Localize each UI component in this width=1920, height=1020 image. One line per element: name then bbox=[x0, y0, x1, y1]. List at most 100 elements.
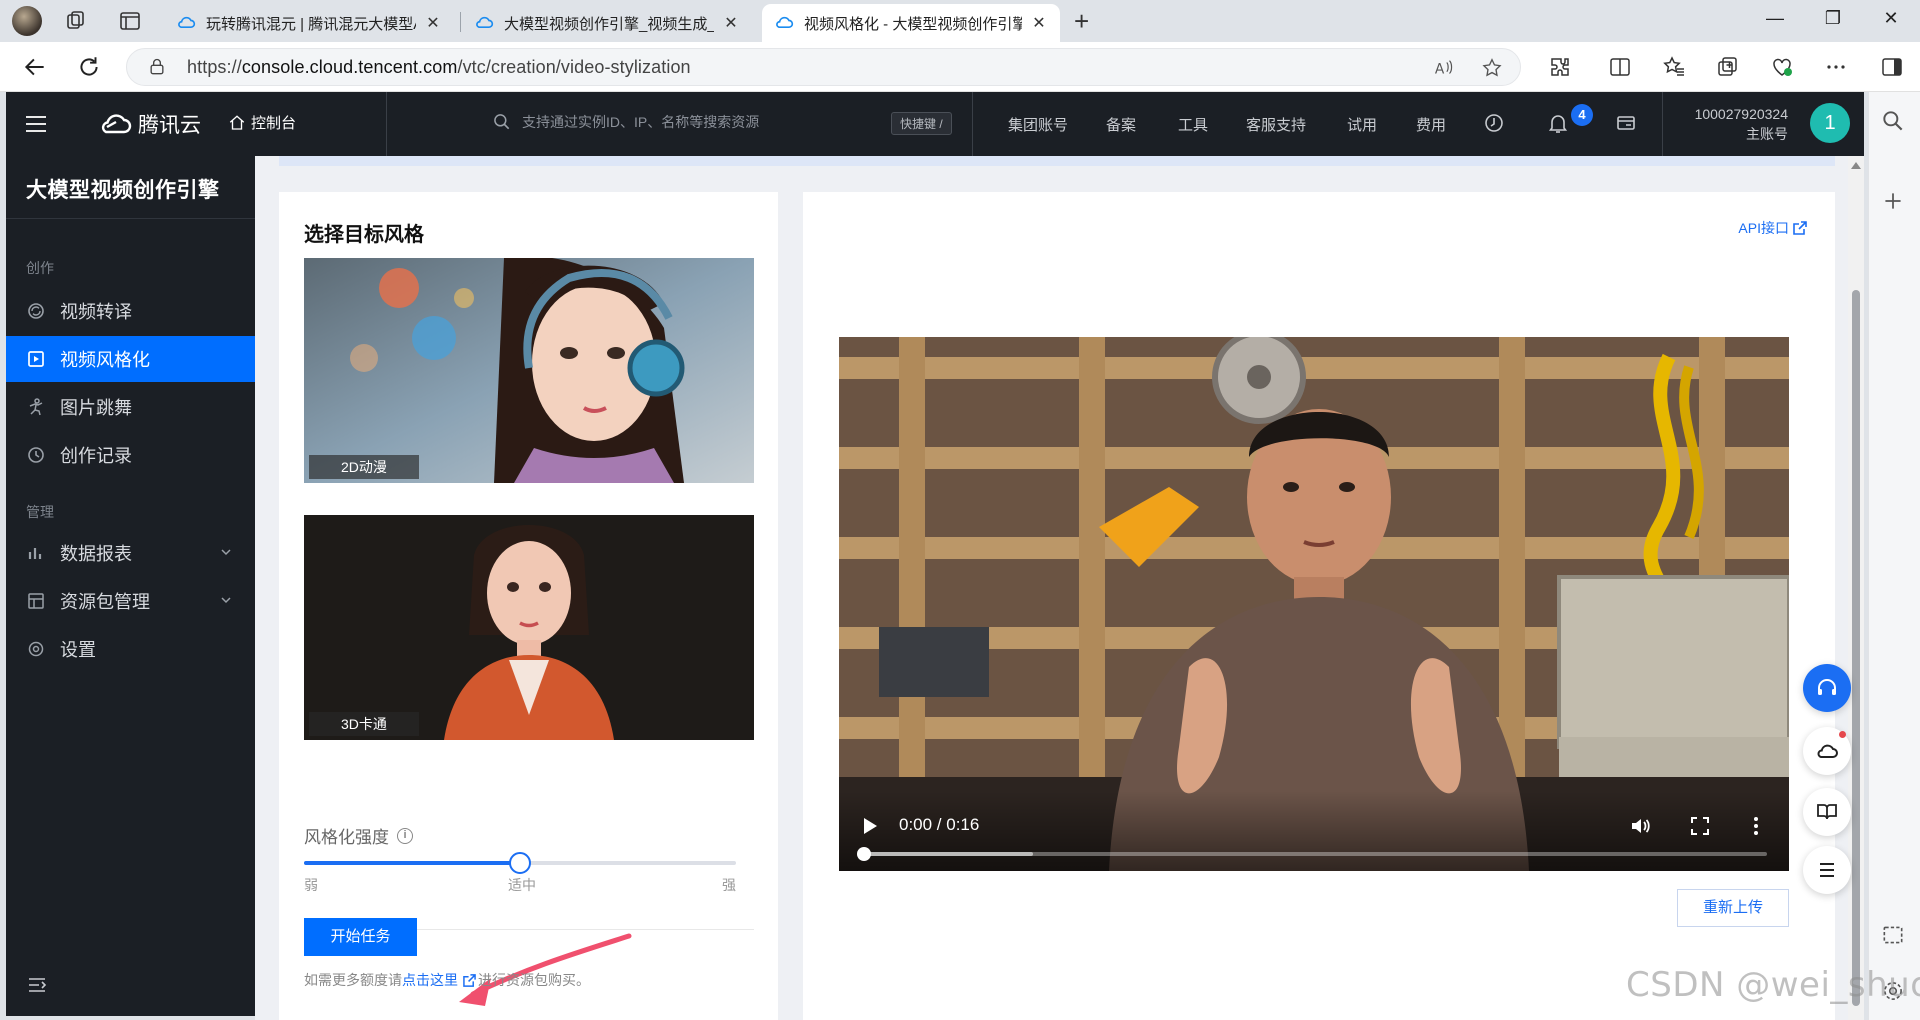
shortcut-badge: 快捷键 / bbox=[891, 112, 952, 135]
cloud-assistant-button[interactable] bbox=[1803, 727, 1851, 775]
product-title: 大模型视频创作引擎 bbox=[26, 179, 220, 202]
profile-avatar[interactable] bbox=[12, 6, 42, 36]
url-text: https://console.cloud.tencent.com/vtc/cr… bbox=[187, 57, 691, 78]
bell-icon[interactable] bbox=[1546, 111, 1570, 135]
chevron-down-icon[interactable] bbox=[219, 593, 233, 607]
strength-slider[interactable] bbox=[304, 852, 736, 874]
cart-icon[interactable] bbox=[1614, 111, 1638, 135]
buy-package-link[interactable]: 点击这里 bbox=[402, 970, 458, 990]
api-link[interactable]: API接口 bbox=[1738, 218, 1807, 238]
sidebar-toggle-icon[interactable] bbox=[1880, 55, 1904, 79]
console-home-link[interactable]: 控制台 bbox=[228, 112, 296, 133]
account-info[interactable]: 100027920324 主账号 bbox=[1686, 104, 1788, 144]
close-tab-icon[interactable]: ✕ bbox=[1030, 13, 1048, 33]
scroll-up-arrow[interactable] bbox=[1851, 162, 1861, 169]
close-tab-icon[interactable]: ✕ bbox=[424, 13, 442, 33]
video-controls: 0:00 / 0:16 bbox=[839, 791, 1789, 871]
resource-search[interactable]: 支持通过实例ID、IP、名称等搜索资源 bbox=[492, 112, 759, 132]
close-window-button[interactable]: ✕ bbox=[1876, 8, 1906, 29]
nav-link-trial[interactable]: 试用 bbox=[1347, 114, 1377, 135]
edge-screenshot-icon[interactable] bbox=[1880, 922, 1906, 948]
nav-link-support[interactable]: 客服支持 bbox=[1246, 114, 1306, 135]
sidebar-item-creation-history[interactable]: 创作记录 bbox=[6, 432, 255, 478]
fullscreen-icon[interactable] bbox=[1689, 815, 1711, 837]
sidebar-item-video-stylization[interactable]: 视频风格化 bbox=[6, 336, 255, 382]
api-link-label: API接口 bbox=[1738, 220, 1789, 236]
collections-add-icon[interactable] bbox=[1716, 55, 1740, 79]
tencent-cloud-logo[interactable]: 腾讯云 bbox=[98, 108, 201, 140]
collapse-sidebar-icon[interactable] bbox=[26, 974, 48, 996]
minimize-button[interactable]: — bbox=[1760, 8, 1790, 29]
style-option-2d-anime[interactable]: 2D动漫 bbox=[304, 258, 754, 483]
nav-link-filing[interactable]: 备案 bbox=[1106, 114, 1136, 135]
browser-essentials-icon[interactable] bbox=[1770, 55, 1794, 79]
list-menu-button[interactable] bbox=[1803, 846, 1851, 894]
read-aloud-icon[interactable]: A bbox=[1433, 57, 1455, 79]
translate-icon bbox=[26, 301, 46, 321]
reupload-button[interactable]: 重新上传 bbox=[1677, 889, 1789, 927]
info-icon[interactable]: i bbox=[397, 827, 413, 844]
nav-link-tools[interactable]: 工具 bbox=[1178, 114, 1208, 135]
more-menu-icon[interactable] bbox=[1824, 55, 1848, 79]
watermark: CSDN @wei_shuo bbox=[1626, 965, 1920, 1005]
edge-search-icon[interactable] bbox=[1880, 108, 1906, 134]
close-tab-icon[interactable]: ✕ bbox=[722, 13, 740, 33]
dance-figure-icon bbox=[26, 397, 46, 417]
headset-icon bbox=[1818, 679, 1836, 695]
video-progress-bar[interactable] bbox=[857, 847, 1767, 861]
sidebar-item-video-translation[interactable]: 视频转译 bbox=[6, 288, 255, 334]
cartoon-girl-preview-image bbox=[304, 515, 754, 740]
slider-fill bbox=[304, 861, 520, 865]
volume-icon[interactable] bbox=[1629, 815, 1651, 837]
collections-icon[interactable] bbox=[64, 9, 88, 33]
chevron-down-icon[interactable] bbox=[219, 545, 233, 559]
nav-link-group-account[interactable]: 集团账号 bbox=[1008, 114, 1068, 135]
edge-add-icon[interactable] bbox=[1880, 188, 1906, 214]
browser-tab-3-active[interactable]: 视频风格化 - 大模型视频创作引擎 ✕ bbox=[762, 4, 1060, 42]
url-field[interactable]: https://console.cloud.tencent.com/vtc/cr… bbox=[126, 48, 1521, 86]
split-screen-icon[interactable] bbox=[1608, 55, 1632, 79]
style-option-3d-cartoon[interactable]: 3D卡通 bbox=[304, 515, 754, 740]
user-avatar[interactable]: 1 bbox=[1810, 103, 1850, 143]
refresh-button[interactable] bbox=[76, 54, 102, 80]
lock-icon[interactable] bbox=[147, 57, 167, 77]
documentation-button[interactable] bbox=[1803, 788, 1851, 836]
browser-tab-1[interactable]: 玩转腾讯混元 | 腾讯混元大模型AI ✕ bbox=[164, 4, 454, 42]
play-icon[interactable] bbox=[861, 817, 879, 835]
group-label-create: 创作 bbox=[26, 260, 54, 276]
video-player[interactable]: 0:00 / 0:16 bbox=[839, 337, 1789, 871]
console-top-nav: 腾讯云 控制台 支持通过实例ID、IP、名称等搜索资源 快捷键 / 集团账号 备… bbox=[6, 92, 1864, 156]
favorites-icon[interactable] bbox=[1662, 55, 1686, 79]
quota-prefix: 如需更多额度请 bbox=[304, 972, 402, 988]
list-icon bbox=[1820, 863, 1834, 877]
main-content: 选择目标风格 2D动漫 3D卡通 风格化强度 i 弱 适中 强 API接口 0:… bbox=[255, 156, 1864, 1020]
hamburger-menu-icon[interactable] bbox=[24, 112, 48, 136]
browser-tab-2[interactable]: 大模型视频创作引擎_视频生成_视 ✕ bbox=[462, 4, 752, 42]
group-label-manage: 管理 bbox=[26, 504, 54, 520]
sidebar-item-image-dance[interactable]: 图片跳舞 bbox=[6, 384, 255, 430]
page-scrollbar[interactable] bbox=[1848, 156, 1864, 1020]
start-task-button[interactable]: 开始任务 bbox=[304, 918, 417, 956]
sidebar-item-package-management[interactable]: 资源包管理 bbox=[6, 578, 255, 624]
customer-service-button[interactable] bbox=[1803, 664, 1851, 712]
slider-thumb[interactable] bbox=[509, 852, 531, 874]
brand-name: 腾讯云 bbox=[138, 114, 201, 137]
maximize-button[interactable]: ❐ bbox=[1818, 8, 1848, 29]
favorite-star-icon[interactable] bbox=[1481, 57, 1503, 79]
url-host: console.cloud.tencent.com bbox=[241, 57, 458, 77]
strength-label-text: 风格化强度 bbox=[304, 828, 389, 847]
sidebar-item-data-reports[interactable]: 数据报表 bbox=[6, 530, 255, 576]
nav-link-billing[interactable]: 费用 bbox=[1416, 114, 1446, 135]
new-tab-button[interactable]: + bbox=[1074, 8, 1089, 34]
extensions-icon[interactable] bbox=[1548, 55, 1572, 79]
more-options-icon[interactable] bbox=[1745, 815, 1767, 837]
sidebar-item-settings[interactable]: 设置 bbox=[6, 626, 255, 672]
video-scrubber[interactable] bbox=[857, 847, 871, 861]
back-button[interactable] bbox=[22, 54, 48, 80]
activity-icon[interactable] bbox=[1482, 111, 1506, 135]
style-label: 3D卡通 bbox=[309, 712, 419, 736]
console-label: 控制台 bbox=[251, 115, 297, 132]
tab-actions-icon[interactable] bbox=[118, 9, 142, 33]
scroll-thumb[interactable] bbox=[1852, 290, 1860, 1006]
svg-text:A: A bbox=[1435, 62, 1445, 78]
